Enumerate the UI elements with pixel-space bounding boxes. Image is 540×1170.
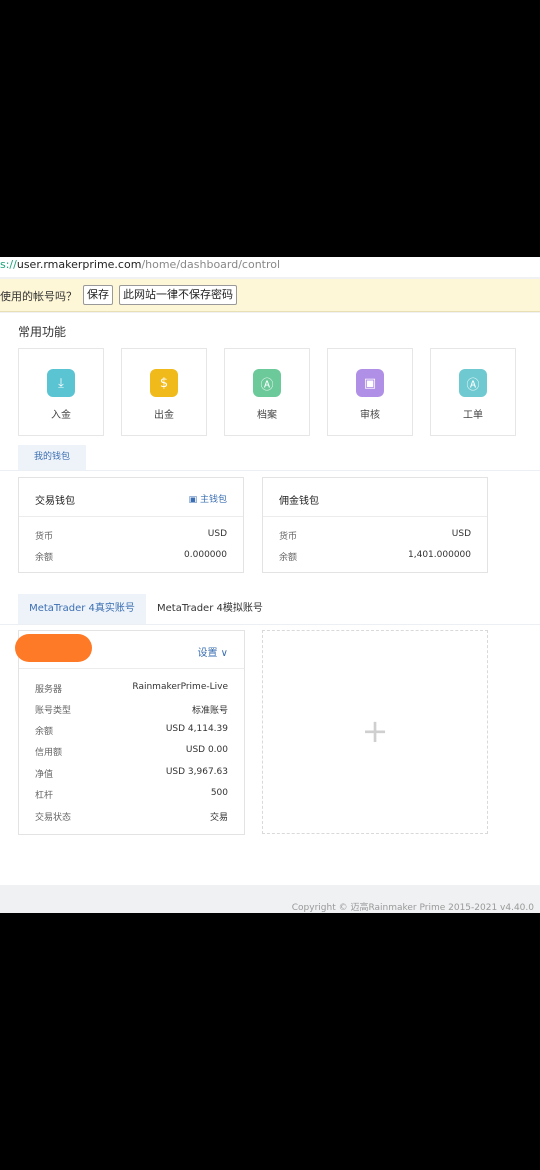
review-tile[interactable]: ▣ 审核 <box>327 348 413 436</box>
review-label: 审核 <box>360 410 380 421</box>
profile-icon: Ⓐ <box>253 369 281 397</box>
plus-icon: + <box>361 712 389 750</box>
account-type-value: 标准账号 <box>191 706 228 716</box>
add-account-card[interactable]: + <box>262 630 488 834</box>
deposit-tile[interactable]: ⤓ 入金 <box>18 348 104 436</box>
never-save-password-button[interactable]: 此网站一律不保存密码 <box>119 285 237 305</box>
withdraw-money-bag-icon: $ <box>150 369 178 397</box>
balance-label: 余额 <box>35 727 54 737</box>
credit-value: USD 0.00 <box>185 745 228 755</box>
url-path: /home/dashboard/control <box>141 258 281 271</box>
deposit-label: 入金 <box>51 410 71 421</box>
balance-label: 余额 <box>35 553 54 563</box>
withdraw-label: 出金 <box>154 410 174 421</box>
leverage-label: 杠杆 <box>35 791 54 801</box>
balance-value: 1,401.000000 <box>408 550 471 560</box>
settings-dropdown[interactable]: 设置 ∨ <box>197 644 228 659</box>
chevron-down-icon: ∨ <box>220 648 228 659</box>
ticket-icon: Ⓐ <box>459 369 487 397</box>
currency-value: USD <box>451 529 471 539</box>
mt-tab-divider <box>0 624 540 625</box>
copyright-footer: Copyright © 迈高Rainmaker Prime 2015-2021 … <box>291 903 534 913</box>
url-scheme: s:// <box>0 258 17 271</box>
currency-value: USD <box>207 529 227 539</box>
main-wallet-label: 主钱包 <box>199 495 227 505</box>
profile-label: 档案 <box>257 410 277 421</box>
settings-label: 设置 <box>197 648 218 659</box>
save-password-button[interactable]: 保存 <box>83 285 113 305</box>
balance-label: 余额 <box>279 553 298 563</box>
url-host: user.rmakerprime.com <box>16 258 142 271</box>
equity-label: 净值 <box>35 770 54 780</box>
functions-title: 常用功能 <box>18 325 67 339</box>
trading-wallet-card: 交易钱包 ▣ 主钱包 货币 USD 余额 0.000000 <box>18 477 244 573</box>
tab-my-wallet[interactable]: 我的钱包 <box>18 445 86 470</box>
balance-value: USD 4,114.39 <box>165 724 228 734</box>
tab-mt4-real[interactable]: MetaTrader 4真实账号 <box>18 594 146 624</box>
address-bar[interactable]: s://user.rmakerprime.com/home/dashboard/… <box>0 257 540 277</box>
currency-label: 货币 <box>279 532 298 542</box>
account-number-redaction <box>15 634 92 662</box>
tab-mt4-demo[interactable]: MetaTrader 4模拟账号 <box>157 594 263 624</box>
divider <box>19 668 244 669</box>
currency-label: 货币 <box>35 532 54 542</box>
account-type-label: 账号类型 <box>35 706 72 716</box>
review-icon: ▣ <box>356 369 384 397</box>
trading-status-label: 交易状态 <box>35 813 72 823</box>
ticket-label: 工单 <box>463 410 483 421</box>
server-value: RainmakerPrime-Live <box>132 682 228 692</box>
profile-tile[interactable]: Ⓐ 档案 <box>224 348 310 436</box>
credit-label: 信用额 <box>35 748 63 758</box>
browser-screen: s://user.rmakerprime.com/home/dashboard/… <box>0 257 540 913</box>
trading-wallet-title: 交易钱包 <box>35 496 75 507</box>
save-password-question: 使用的帐号吗？ <box>0 290 77 303</box>
leverage-value: 500 <box>210 788 228 798</box>
balance-value: 0.000000 <box>184 550 227 560</box>
server-label: 服务器 <box>35 685 63 695</box>
ticket-tile[interactable]: Ⓐ 工单 <box>430 348 516 436</box>
withdraw-tile[interactable]: $ 出金 <box>121 348 207 436</box>
divider <box>19 516 243 517</box>
wallet-tab-divider <box>0 470 540 471</box>
deposit-icon: ⤓ <box>47 369 75 397</box>
wallet-icon: ▣ <box>188 495 200 505</box>
save-password-bar: 使用的帐号吗？ 保存 此网站一律不保存密码 <box>0 279 540 312</box>
main-wallet-link[interactable]: ▣ 主钱包 <box>189 492 227 505</box>
commission-wallet-title: 佣金钱包 <box>279 496 319 507</box>
equity-value: USD 3,967.63 <box>165 767 228 777</box>
commission-wallet-card: 佣金钱包 货币 USD 余额 1,401.000000 <box>262 477 488 573</box>
divider <box>263 516 487 517</box>
trading-status-value: 交易 <box>209 813 228 823</box>
